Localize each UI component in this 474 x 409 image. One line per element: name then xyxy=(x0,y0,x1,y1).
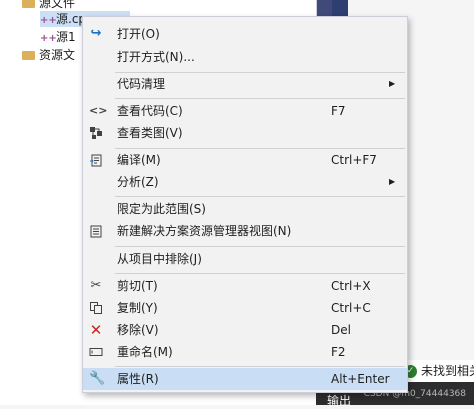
copy-icon xyxy=(89,301,103,315)
code-brackets-icon: <> xyxy=(89,104,108,117)
menu-separator xyxy=(115,273,405,274)
tree-item-source-folder[interactable]: 源文件 xyxy=(22,0,75,11)
menu-item-view-code[interactable]: <> 查看代码(C) F7 xyxy=(83,100,407,122)
remove-x-icon: ✕ xyxy=(89,321,103,339)
submenu-arrow-icon: ▶ xyxy=(389,79,396,88)
new-view-icon xyxy=(89,224,103,238)
context-menu: ↪ 打开(O) 打开方式(N)... 代码清理 ▶ <> 查看代码(C) F7 … xyxy=(82,16,408,393)
output-tab[interactable]: 输出 xyxy=(327,392,351,409)
menu-item-code-cleanup[interactable]: 代码清理 ▶ xyxy=(83,73,407,95)
submenu-arrow-icon: ▶ xyxy=(389,177,396,186)
wrench-icon: 🔧 xyxy=(89,371,106,386)
compile-icon xyxy=(89,153,103,167)
menu-item-compile[interactable]: 编译(M) Ctrl+F7 xyxy=(83,149,407,171)
menu-separator xyxy=(115,196,405,197)
folder-icon xyxy=(22,0,35,8)
rename-icon xyxy=(89,345,103,359)
menu-item-open[interactable]: ↪ 打开(O) xyxy=(83,23,407,45)
menu-item-cut[interactable]: ✂ 剪切(T) Ctrl+X xyxy=(83,275,407,297)
menu-separator xyxy=(115,366,405,367)
cpp-file-icon: ++ xyxy=(40,15,57,26)
menu-separator xyxy=(115,98,405,99)
menu-item-open-with[interactable]: 打开方式(N)... xyxy=(83,46,407,68)
menu-item-remove[interactable]: ✕ 移除(V) Del xyxy=(83,319,407,341)
scissors-icon: ✂ xyxy=(90,278,102,293)
menu-item-analyze[interactable]: 分析(Z) ▶ xyxy=(83,171,407,193)
issues-indicator[interactable]: ✓未找到相关 xyxy=(404,360,474,382)
menu-item-exclude[interactable]: 从项目中排除(J) xyxy=(83,248,407,270)
menu-item-properties[interactable]: 🔧 属性(R) Alt+Enter xyxy=(83,368,407,390)
menu-item-scope-to-this[interactable]: 限定为此范围(S) xyxy=(83,198,407,220)
cpp-file-icon: ++ xyxy=(40,33,57,44)
menu-separator xyxy=(115,246,405,247)
open-arrow-icon: ↪ xyxy=(90,26,102,41)
tree-item-resources-folder[interactable]: 资源文 xyxy=(22,47,75,63)
menu-item-copy[interactable]: 复制(Y) Ctrl+C xyxy=(83,297,407,319)
class-diagram-icon xyxy=(89,126,103,140)
folder-icon xyxy=(22,51,35,60)
menu-item-new-explorer-view[interactable]: 新建解决方案资源管理器视图(N) xyxy=(83,220,407,242)
menu-item-rename[interactable]: 重命名(M) F2 xyxy=(83,341,407,363)
menu-item-view-class-diagram[interactable]: 查看类图(V) xyxy=(83,122,407,144)
tree-item-source1[interactable]: ++源1 xyxy=(40,29,76,45)
